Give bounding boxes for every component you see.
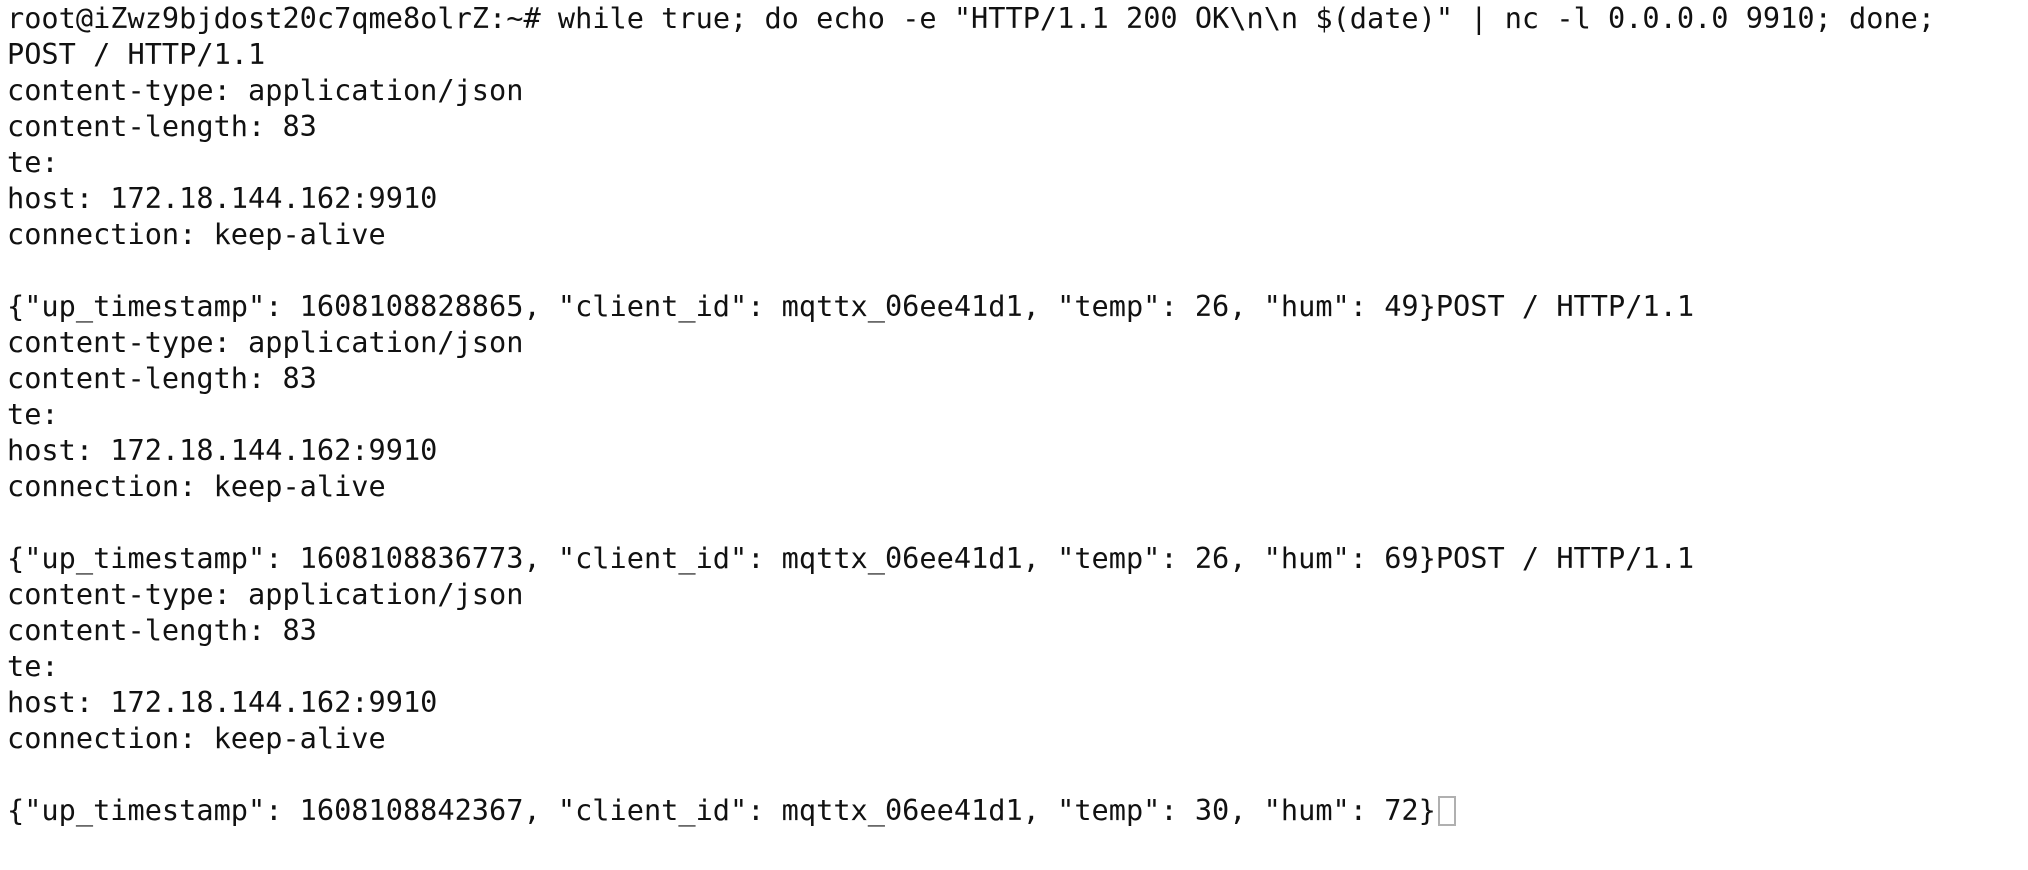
command-text: while true; do echo -e "HTTP/1.1 200 OK\…: [557, 1, 1936, 35]
command-line: root@iZwz9bjdost20c7qme8olrZ:~# while tr…: [7, 0, 2028, 36]
output-line: content-length: 83: [7, 613, 317, 647]
output-line: content-type: application/json: [7, 577, 524, 611]
shell-prompt: root@iZwz9bjdost20c7qme8olrZ:~#: [7, 1, 558, 35]
output-line: content-length: 83: [7, 109, 317, 143]
output-line: host: 172.18.144.162:9910: [7, 685, 438, 719]
output-line: content-type: application/json: [7, 325, 524, 359]
output-line: te:: [7, 145, 59, 179]
output-line: te:: [7, 397, 59, 431]
output-line: host: 172.18.144.162:9910: [7, 181, 438, 215]
last-output-text: {"up_timestamp": 1608108842367, "client_…: [7, 793, 1436, 827]
last-output-line: {"up_timestamp": 1608108842367, "client_…: [7, 792, 2028, 828]
output-line: host: 172.18.144.162:9910: [7, 433, 438, 467]
output-line: connection: keep-alive: [7, 721, 386, 755]
output-line: POST / HTTP/1.1: [7, 37, 266, 71]
output-line: te:: [7, 649, 59, 683]
output-line: connection: keep-alive: [7, 217, 386, 251]
output-line: content-type: application/json: [7, 73, 524, 107]
text-cursor: [1437, 796, 1456, 826]
output-line: content-length: 83: [7, 361, 317, 395]
output-line: connection: keep-alive: [7, 469, 386, 503]
terminal-window[interactable]: root@iZwz9bjdost20c7qme8olrZ:~# while tr…: [0, 0, 2028, 870]
output-line: {"up_timestamp": 1608108836773, "client_…: [7, 541, 1695, 575]
output-line: {"up_timestamp": 1608108828865, "client_…: [7, 289, 1695, 323]
